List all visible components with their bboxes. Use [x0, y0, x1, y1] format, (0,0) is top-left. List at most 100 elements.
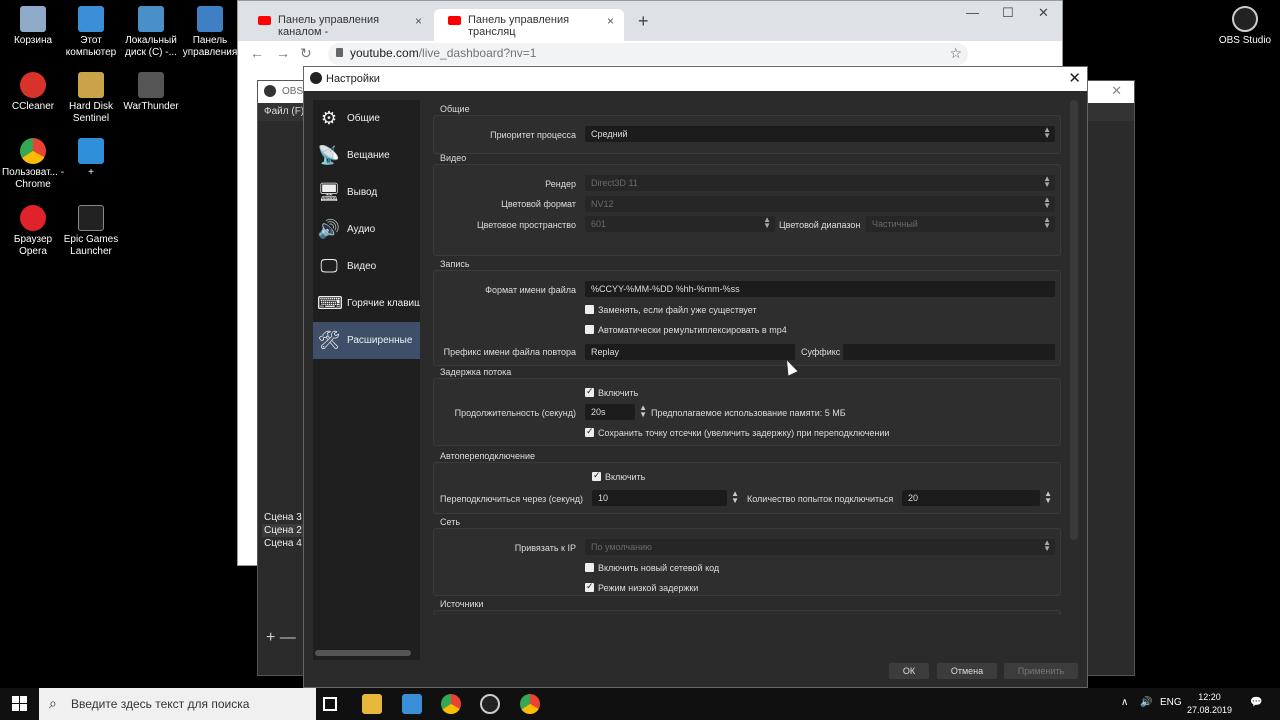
forward-icon[interactable]: → [276, 45, 290, 61]
sidebar-item-advanced[interactable]: 🛠 Расширенные [313, 322, 420, 359]
file-icon [78, 138, 104, 164]
new-tab-button[interactable]: + [638, 11, 649, 32]
reconnect-retries-spinbox[interactable]: 20 ▲ ▼ [902, 490, 1052, 506]
warthunder-icon [138, 72, 164, 98]
address-input[interactable]: youtube.com/live_dashboard?nv=1 ☆ [328, 43, 968, 65]
low-latency-checkbox[interactable]: Режим низкой задержки [585, 581, 698, 593]
chevron-updown-icon: ▲ ▼ [1043, 174, 1051, 189]
content-scrollbar[interactable] [1070, 100, 1078, 540]
replay-prefix-input[interactable]: Replay [585, 344, 795, 360]
recycle-bin-icon [20, 6, 46, 32]
taskbar-clock[interactable]: 12:20 27.08.2019 [1187, 691, 1232, 717]
preserve-cutoff-checkbox[interactable]: Сохранить точку отсечки (увеличить задер… [585, 426, 889, 438]
task-view-icon[interactable] [323, 697, 337, 711]
language-indicator[interactable]: ENG [1160, 697, 1182, 708]
chrome-user-icon[interactable] [520, 694, 540, 714]
desktop-icon-local-disk[interactable]: Локальный диск (C) -... [118, 6, 184, 59]
spin-arrows-icon[interactable]: ▲ ▼ [639, 404, 647, 419]
minimize-button[interactable]: — [966, 5, 979, 20]
desktop-icon-opera[interactable]: Браузер Opera [0, 205, 66, 258]
windows-start-icon[interactable] [12, 696, 28, 712]
bind-ip-select[interactable]: По умолчанию ▲ ▼ [585, 539, 1055, 555]
hard-disk-sentinel-icon [78, 72, 104, 98]
process-priority-select[interactable]: Средний ▲ ▼ [585, 126, 1055, 142]
scene-add-remove[interactable]: + — [266, 629, 296, 647]
chrome-icon[interactable] [441, 694, 461, 714]
sidebar-scrollbar[interactable] [315, 650, 411, 656]
desktop-icon-hard-disk-sentinel[interactable]: Hard Disk Sentinel [58, 72, 124, 125]
computer-icon [78, 6, 104, 32]
reconnect-delay-spinbox[interactable]: 10 ▲ ▼ [592, 490, 739, 506]
delay-duration-spinbox[interactable]: 20s ▲ ▼ [585, 404, 647, 420]
renderer-select[interactable]: Direct3D 11 ▲ ▼ [585, 175, 1055, 191]
reload-icon[interactable]: ↻ [300, 45, 312, 62]
volume-icon[interactable]: 🔊 [1140, 697, 1152, 708]
filename-format-input[interactable]: %CCYY-%MM-%DD %hh-%mm-%ss [585, 281, 1055, 297]
monitor-icon: 🖵 [320, 256, 338, 276]
group-sources: Источники [433, 599, 1061, 615]
tab-channel-dashboard[interactable]: Панель управления каналом - × [244, 9, 432, 41]
desktop-icon-plus[interactable]: + [58, 138, 124, 179]
auto-remux-checkbox[interactable]: Автоматически ремультиплексировать в mp4 [585, 325, 787, 335]
desktop-icon-warthunder[interactable]: WarThunder [118, 72, 184, 113]
group-stream-delay: Задержка потока Включить Продолжительнос… [433, 367, 1061, 446]
chevron-updown-icon: ▲ ▼ [763, 215, 771, 230]
sidebar-item-output[interactable]: 🖥 Вывод [313, 174, 420, 211]
close-window-button[interactable]: ✕ [1038, 5, 1049, 21]
tab-close-icon[interactable]: × [607, 14, 614, 28]
spin-arrows-icon[interactable]: ▲ ▼ [1044, 490, 1052, 505]
sidebar-item-stream[interactable]: 📡 Вещание [313, 137, 420, 174]
file-explorer-icon[interactable] [362, 694, 382, 714]
sidebar-item-audio[interactable]: 🔊 Аудио [313, 211, 420, 248]
address-bar-row: ← → ↻ youtube.com/live_dashboard?nv=1 ☆ [238, 41, 1062, 69]
desktop-icon-recycle-bin[interactable]: Корзина [0, 6, 66, 47]
tab-live-dashboard[interactable]: Панель управления трансляц × [434, 9, 624, 41]
scenes-list: Сцена 3 Сцена 2 Сцена 4 [262, 511, 308, 550]
new-network-code-checkbox[interactable]: Включить новый сетевой код [585, 563, 719, 573]
taskbar-search-input[interactable]: ⌕ Введите здесь текст для поиска [39, 688, 316, 720]
reconnect-enable-checkbox[interactable]: Включить [592, 470, 645, 482]
notification-icon[interactable]: 💬 [1250, 697, 1262, 708]
search-icon: ⌕ [49, 695, 57, 711]
desktop-icon-chrome-user[interactable]: Пользоват... - Chrome [0, 138, 66, 191]
cancel-button[interactable]: Отмена [937, 663, 997, 679]
desktop-icon-epic-games[interactable]: Epic Games Launcher [58, 205, 124, 258]
settings-sidebar: ⚙ Общие 📡 Вещание 🖥 Вывод 🔊 Аудио 🖵 Видео ⌨ Го… [313, 100, 420, 660]
maximize-button[interactable]: ☐ [1002, 5, 1014, 21]
spin-arrows-icon[interactable]: ▲ ▼ [731, 490, 739, 505]
apply-button[interactable]: Применить [1004, 663, 1078, 679]
close-icon[interactable]: ✕ [1068, 69, 1081, 87]
star-icon[interactable]: ☆ [949, 45, 962, 62]
desktop-icon-obs-studio[interactable]: OBS Studio [1212, 6, 1278, 47]
tray-chevron-icon[interactable]: ∧ [1121, 697, 1128, 708]
color-format-select[interactable]: NV12 ▲ ▼ [585, 196, 1055, 212]
tools-icon: 🛠 [317, 330, 341, 350]
chevron-updown-icon: ▲ ▼ [1043, 195, 1051, 210]
color-range-select[interactable]: Частичный ▲ ▼ [866, 216, 1055, 232]
chevron-updown-icon: ▲ ▼ [1043, 215, 1051, 230]
color-space-select[interactable]: 601 ▲ ▼ [585, 216, 775, 232]
scene-item[interactable]: Сцена 4 [262, 537, 308, 550]
desktop-icon-control-panel[interactable]: Панель управления [180, 6, 240, 59]
overwrite-checkbox[interactable]: Заменять, если файл уже существует [585, 305, 757, 315]
keyboard-icon: ⌨ [317, 293, 343, 313]
sidebar-item-general[interactable]: ⚙ Общие [313, 100, 420, 137]
chevron-updown-icon: ▲ ▼ [1043, 538, 1051, 553]
close-icon[interactable]: ✕ [1111, 83, 1122, 99]
computer-icon[interactable] [402, 694, 422, 714]
stream-delay-enable-checkbox[interactable]: Включить [585, 386, 638, 398]
group-recording: Запись Формат имени файла %CCYY-%MM-%DD … [433, 259, 1061, 366]
obs-icon[interactable] [480, 694, 500, 714]
obs-logo-icon [264, 85, 276, 97]
ok-button[interactable]: ОК [889, 663, 929, 679]
sidebar-item-hotkeys[interactable]: ⌨ Горячие клавиши [313, 285, 420, 322]
desktop-icon-this-pc[interactable]: Этот компьютер [58, 6, 124, 59]
scene-item[interactable]: Сцена 2 [262, 524, 308, 537]
back-icon[interactable]: ← [250, 45, 264, 61]
desktop-icon-ccleaner[interactable]: CCleaner [0, 72, 66, 113]
sidebar-item-video[interactable]: 🖵 Видео [313, 248, 420, 285]
scene-item[interactable]: Сцена 3 [262, 511, 308, 524]
lock-icon [336, 48, 343, 57]
tab-close-icon[interactable]: × [415, 14, 422, 28]
suffix-input[interactable] [843, 344, 1055, 360]
